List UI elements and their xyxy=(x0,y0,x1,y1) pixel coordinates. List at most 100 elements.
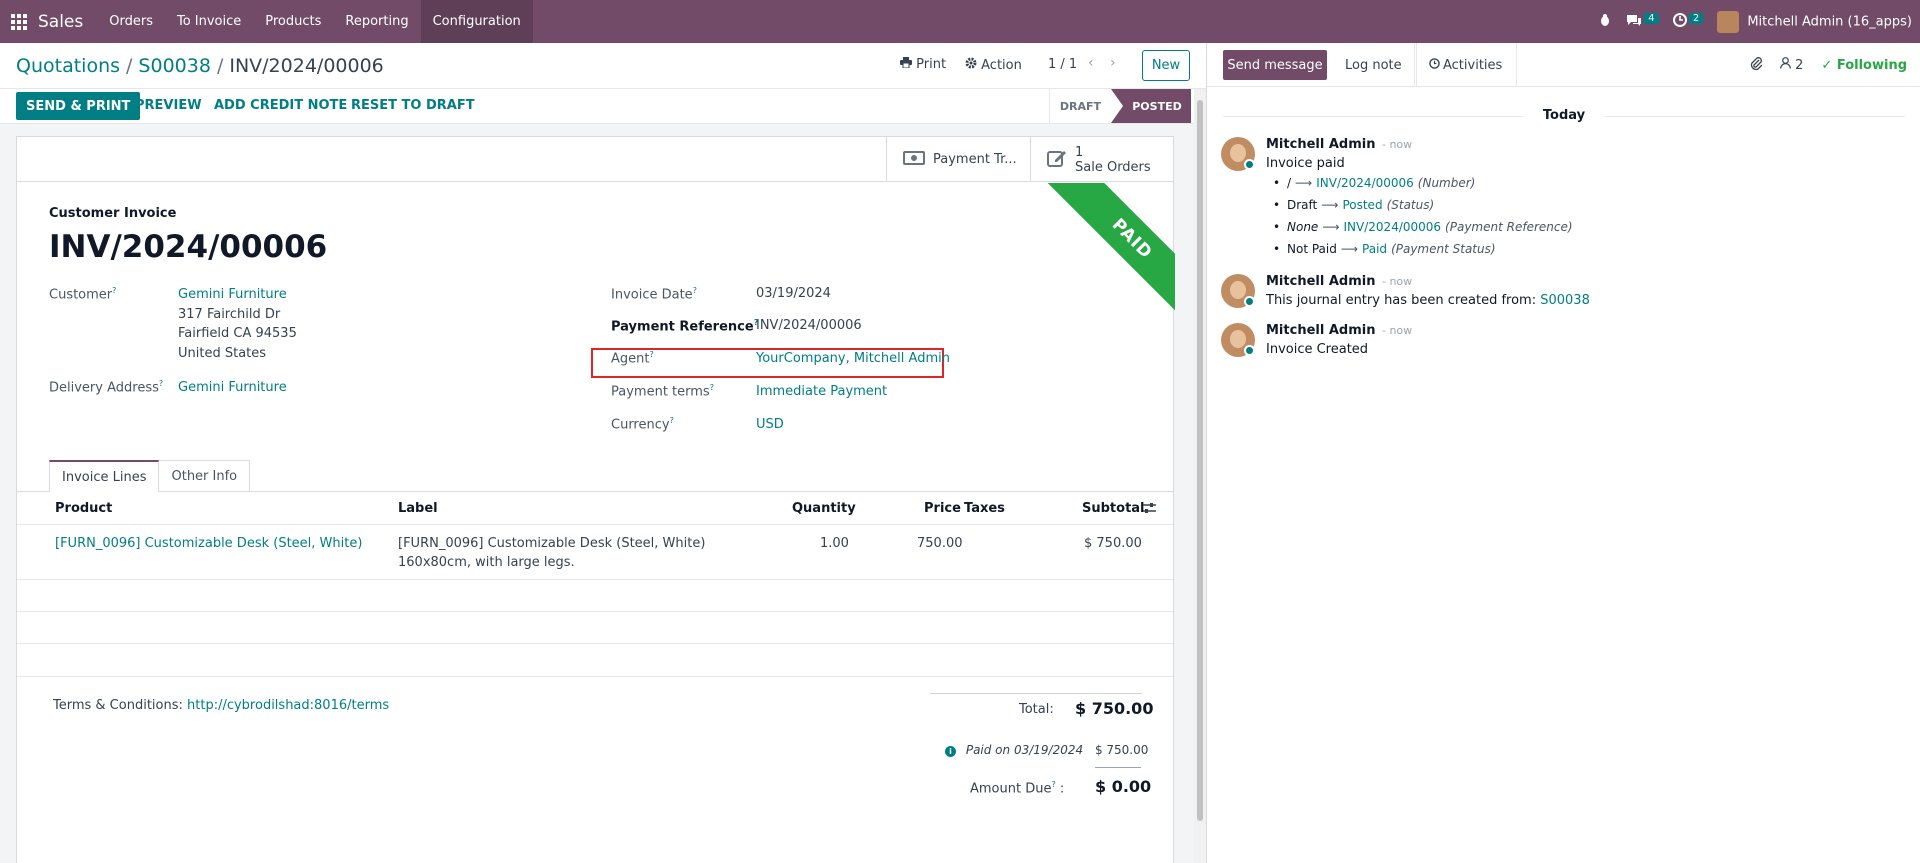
pager-next-icon[interactable]: › xyxy=(1110,55,1116,71)
menu-configuration[interactable]: Configuration xyxy=(420,0,533,43)
optional-columns-icon[interactable] xyxy=(1143,502,1156,518)
print-button[interactable]: Print xyxy=(900,57,946,72)
message-record-link[interactable]: S00038 xyxy=(1540,293,1590,308)
row-product[interactable]: [FURN_0096] Customizable Desk (Steel, Wh… xyxy=(55,534,362,553)
user-menu[interactable]: Mitchell Admin (16_apps) xyxy=(1717,10,1912,33)
send-message-button[interactable]: Send message xyxy=(1223,50,1327,80)
payment-smart-button[interactable]: Payment Tr... xyxy=(886,137,1030,182)
help-icon[interactable]: ? xyxy=(1051,780,1055,789)
app-name[interactable]: Sales xyxy=(38,12,83,32)
help-icon[interactable]: ? xyxy=(670,416,674,425)
message-author[interactable]: Mitchell Admin - now xyxy=(1266,137,1412,152)
stage-draft[interactable]: DRAFT xyxy=(1049,89,1111,123)
delivery-address-field[interactable]: Gemini Furniture xyxy=(178,380,287,395)
paperclip-icon[interactable] xyxy=(1750,56,1763,74)
help-icon[interactable]: ? xyxy=(649,350,653,359)
action-button[interactable]: Action xyxy=(965,57,1022,73)
activities-button[interactable]: 2 xyxy=(1672,12,1704,31)
arrow-right-icon: ⟶ xyxy=(1340,242,1359,256)
help-icon[interactable]: ? xyxy=(710,383,714,392)
menu-orders[interactable]: Orders xyxy=(97,0,165,43)
row-label-line-1[interactable]: [FURN_0096] Customizable Desk (Steel, Wh… xyxy=(398,534,705,553)
row-label-line-2[interactable]: 160x80cm, with large legs. xyxy=(398,553,575,572)
apps-menu-icon[interactable] xyxy=(0,0,38,43)
tracking-old-value: Draft xyxy=(1287,198,1318,212)
pager-previous-icon[interactable]: ‹ xyxy=(1088,55,1094,71)
terms-link[interactable]: http://cybrodilshad:8016/terms xyxy=(187,698,389,713)
activities-button[interactable]: Activities xyxy=(1414,43,1518,87)
sale-orders-count: 1 xyxy=(1075,144,1084,160)
amount-due-label-text: Amount Due xyxy=(970,781,1052,797)
clock-icon xyxy=(1429,57,1440,73)
payment-terms-label: Payment terms? xyxy=(611,383,714,399)
menu-to-invoice[interactable]: To Invoice xyxy=(165,0,253,43)
column-header-taxes[interactable]: Taxes xyxy=(964,501,1005,516)
info-icon[interactable]: i xyxy=(945,746,956,757)
customer-field[interactable]: Gemini Furniture xyxy=(178,287,287,302)
stage-posted[interactable]: POSTED xyxy=(1111,89,1191,123)
tab-other-info[interactable]: Other Info xyxy=(158,460,251,491)
following-button[interactable]: ✓ Following xyxy=(1821,58,1907,73)
invoice-date-field[interactable]: 03/19/2024 xyxy=(756,286,831,301)
row-subtotal[interactable]: $ 750.00 xyxy=(1084,534,1142,553)
breadcrumb-quotations[interactable]: Quotations xyxy=(16,55,120,77)
log-note-button[interactable]: Log note xyxy=(1331,43,1417,87)
tracking-old-value: / xyxy=(1287,176,1292,190)
menu-products[interactable]: Products xyxy=(253,0,333,43)
send-print-button[interactable]: SEND & PRINT xyxy=(16,92,141,120)
message-time: - now xyxy=(1381,138,1413,151)
help-icon[interactable]: ? xyxy=(112,286,116,295)
payment-reference-field[interactable]: INV/2024/00006 xyxy=(756,318,862,333)
sale-orders-smart-button[interactable]: 1 Sale Orders xyxy=(1030,137,1173,182)
user-icon xyxy=(1780,57,1795,73)
help-icon[interactable]: ? xyxy=(693,286,697,295)
tracking-field: (Payment Status) xyxy=(1391,242,1496,256)
tab-divider xyxy=(17,491,1173,492)
avatar xyxy=(1717,10,1740,33)
column-header-product[interactable]: Product xyxy=(55,501,112,516)
column-header-label[interactable]: Label xyxy=(398,501,438,516)
row-divider xyxy=(17,611,1173,612)
top-navbar: Sales Orders To Invoice Products Reporti… xyxy=(0,0,1920,43)
preview-button[interactable]: PREVIEW xyxy=(135,98,202,113)
print-icon xyxy=(900,57,916,72)
menu-reporting[interactable]: Reporting xyxy=(333,0,420,43)
activities-count-badge: 2 xyxy=(1688,12,1704,24)
bug-icon[interactable] xyxy=(1598,13,1612,31)
message-author[interactable]: Mitchell Admin - now xyxy=(1266,323,1412,338)
activities-label: Activities xyxy=(1443,57,1503,73)
column-header-quantity[interactable]: Quantity xyxy=(792,501,856,516)
new-button[interactable]: New xyxy=(1142,50,1190,81)
currency-label-text: Currency xyxy=(611,417,670,433)
pager-value[interactable]: 1 / 1 xyxy=(1048,57,1077,72)
message-author-name[interactable]: Mitchell Admin xyxy=(1266,323,1375,338)
row-quantity[interactable]: 1.00 xyxy=(820,534,849,553)
message-author[interactable]: Mitchell Admin - now xyxy=(1266,274,1412,289)
followers-button[interactable]: 2 xyxy=(1780,57,1803,73)
message-author-name[interactable]: Mitchell Admin xyxy=(1266,137,1375,152)
tab-invoice-lines[interactable]: Invoice Lines xyxy=(49,460,160,492)
money-icon xyxy=(903,150,925,169)
total-label: Total: xyxy=(1019,702,1054,717)
reset-to-draft-button[interactable]: RESET TO DRAFT xyxy=(351,98,475,113)
add-credit-note-button[interactable]: ADD CREDIT NOTE xyxy=(214,98,347,113)
amount-due-label: Amount Due? : xyxy=(970,780,1065,797)
column-header-price[interactable]: Price xyxy=(924,501,961,516)
help-icon[interactable]: ? xyxy=(159,379,163,388)
currency-field[interactable]: USD xyxy=(756,417,784,432)
messages-button[interactable]: 4 xyxy=(1626,12,1659,31)
terms-label: Terms & Conditions: xyxy=(53,698,183,713)
row-price[interactable]: 750.00 xyxy=(917,534,963,553)
column-header-subtotal[interactable]: Subtotal xyxy=(1082,501,1145,516)
arrow-right-icon: ⟶ xyxy=(1322,220,1340,234)
agent-field[interactable]: YourCompany, Mitchell Admin xyxy=(756,351,950,366)
payment-terms-field[interactable]: Immediate Payment xyxy=(756,384,887,399)
control-panel: Quotations / S00038/INV/2024/00006 Print A… xyxy=(0,43,1206,89)
chatter-topbar-right: 2 ✓ Following xyxy=(1750,56,1907,74)
tracking-value: Draft⟶Posted(Status) xyxy=(1273,198,1434,212)
breadcrumb-order[interactable]: S00038 xyxy=(138,55,211,77)
form-scrollbar-thumb[interactable] xyxy=(1197,100,1203,821)
message-author-name[interactable]: Mitchell Admin xyxy=(1266,274,1375,289)
edit-icon xyxy=(1047,149,1067,171)
payment-line[interactable]: i Paid on 03/19/2024 $ 750.00 xyxy=(945,743,1148,757)
